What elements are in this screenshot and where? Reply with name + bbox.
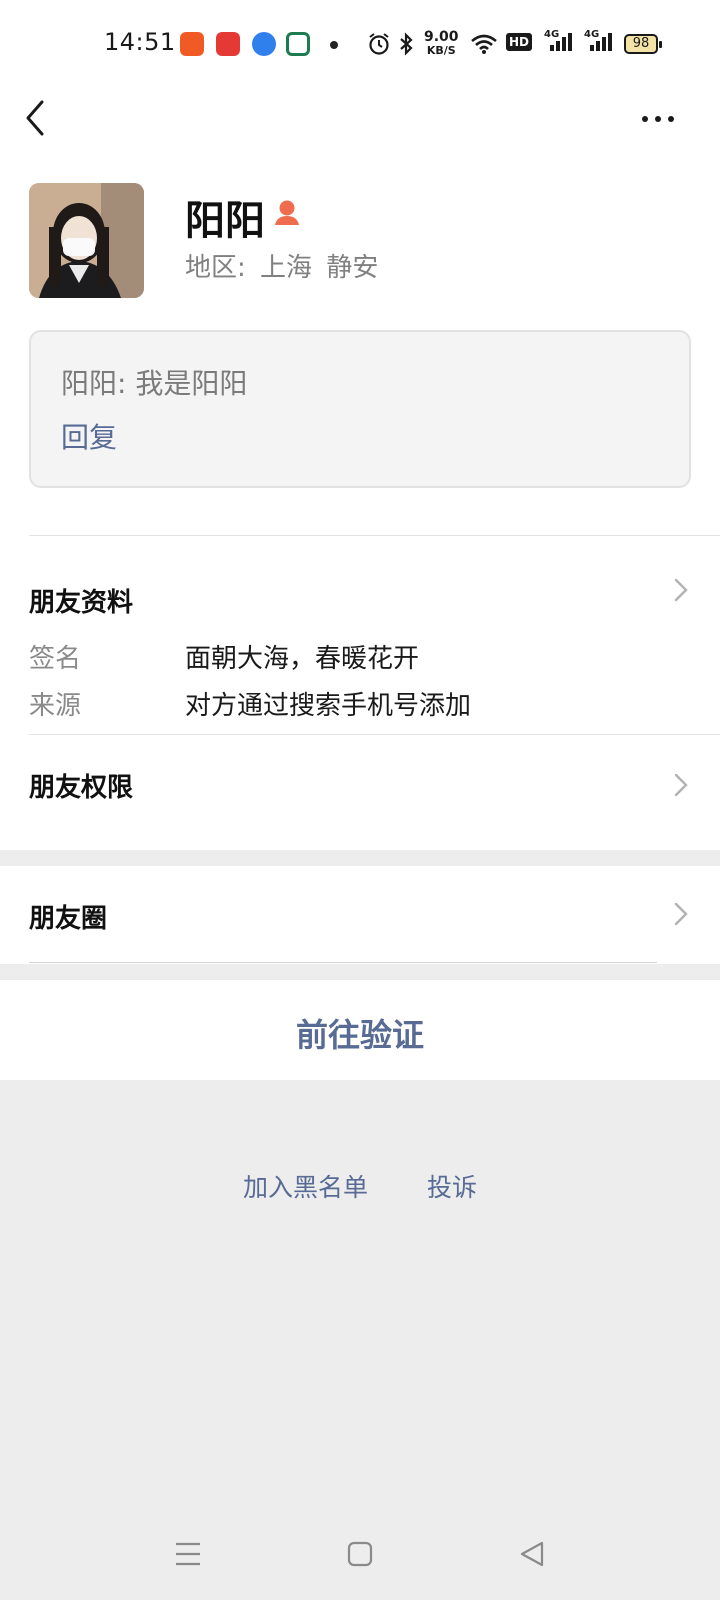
section-gap — [0, 964, 720, 980]
more-options-icon[interactable] — [640, 108, 680, 128]
friend-permissions-row[interactable]: 朋友权限 — [0, 735, 720, 834]
app-notification-icon-4 — [286, 32, 310, 56]
signal-2-type: 4G — [584, 29, 600, 40]
friend-info-row[interactable]: 朋友资料 签名 面朝大海，春暖花开 来源 对方通过搜索手机号添加 — [0, 536, 720, 734]
top-navigation — [0, 90, 720, 150]
more-notifications-dot — [330, 41, 338, 49]
alarm-icon — [369, 33, 389, 55]
home-icon[interactable] — [346, 1540, 374, 1568]
network-speed-unit: KB/S — [426, 44, 456, 57]
hd-voice-badge: HD — [506, 33, 533, 51]
moments-row[interactable]: 朋友圈 — [0, 866, 720, 964]
signal-icon-2: 4G — [584, 29, 614, 57]
region-label: 地区: — [185, 253, 246, 283]
blacklist-link[interactable]: 加入黑名单 — [243, 1168, 368, 1204]
moments-title: 朋友圈 — [29, 904, 108, 934]
status-bar: 14:51 9.00 KB/S HD 4G 4G 98 — [0, 0, 720, 90]
signal-icon-1: 4G — [544, 29, 574, 57]
section-gap — [0, 850, 720, 866]
divider — [29, 962, 657, 963]
back-arrow-icon[interactable] — [18, 96, 58, 140]
app-notification-icon-2 — [216, 32, 240, 56]
menu-icon[interactable] — [174, 1540, 202, 1568]
status-time: 14:51 — [104, 28, 176, 56]
region-info: 地区: 上海 静安 — [185, 247, 378, 284]
chevron-right-icon — [674, 773, 688, 797]
friend-permissions-title: 朋友权限 — [29, 773, 134, 803]
chevron-right-icon — [674, 902, 688, 926]
greeting-message: 阳阳: 我是阳阳 — [61, 367, 248, 400]
back-triangle-icon[interactable] — [518, 1540, 546, 1568]
friend-info-title: 朋友资料 — [29, 588, 134, 618]
app-notification-icon-3 — [252, 32, 276, 56]
signature-value: 面朝大海，春暖花开 — [185, 644, 420, 674]
source-label: 来源 — [29, 691, 82, 721]
signature-label: 签名 — [29, 644, 82, 674]
network-speed: 9.00 KB/S — [424, 30, 459, 58]
source-value: 对方通过搜索手机号添加 — [185, 691, 472, 721]
region-district: 静安 — [326, 253, 379, 283]
go-verify-label: 前往验证 — [295, 1016, 424, 1054]
wifi-icon — [471, 34, 497, 54]
reply-link[interactable]: 回复 — [61, 416, 117, 456]
region-city: 上海 — [260, 253, 313, 283]
app-notification-icon-1 — [180, 32, 204, 56]
avatar[interactable] — [29, 183, 144, 298]
profile-section: 阳阳 地区: 上海 静安 阳阳: 我是阳阳 回复 朋友资料 签名 面朝大海，春暖… — [0, 150, 720, 850]
complain-link[interactable]: 投诉 — [427, 1168, 477, 1204]
chevron-right-icon — [674, 578, 688, 602]
network-speed-value: 9.00 — [424, 29, 459, 45]
go-verify-button[interactable]: 前往验证 — [0, 980, 720, 1080]
contact-name: 阳阳 — [185, 198, 265, 244]
female-gender-icon — [275, 200, 299, 225]
signal-1-type: 4G — [544, 29, 560, 40]
bluetooth-icon — [400, 32, 413, 56]
battery-icon: 98 — [624, 34, 662, 54]
greeting-message-box: 阳阳: 我是阳阳 回复 — [29, 330, 691, 488]
